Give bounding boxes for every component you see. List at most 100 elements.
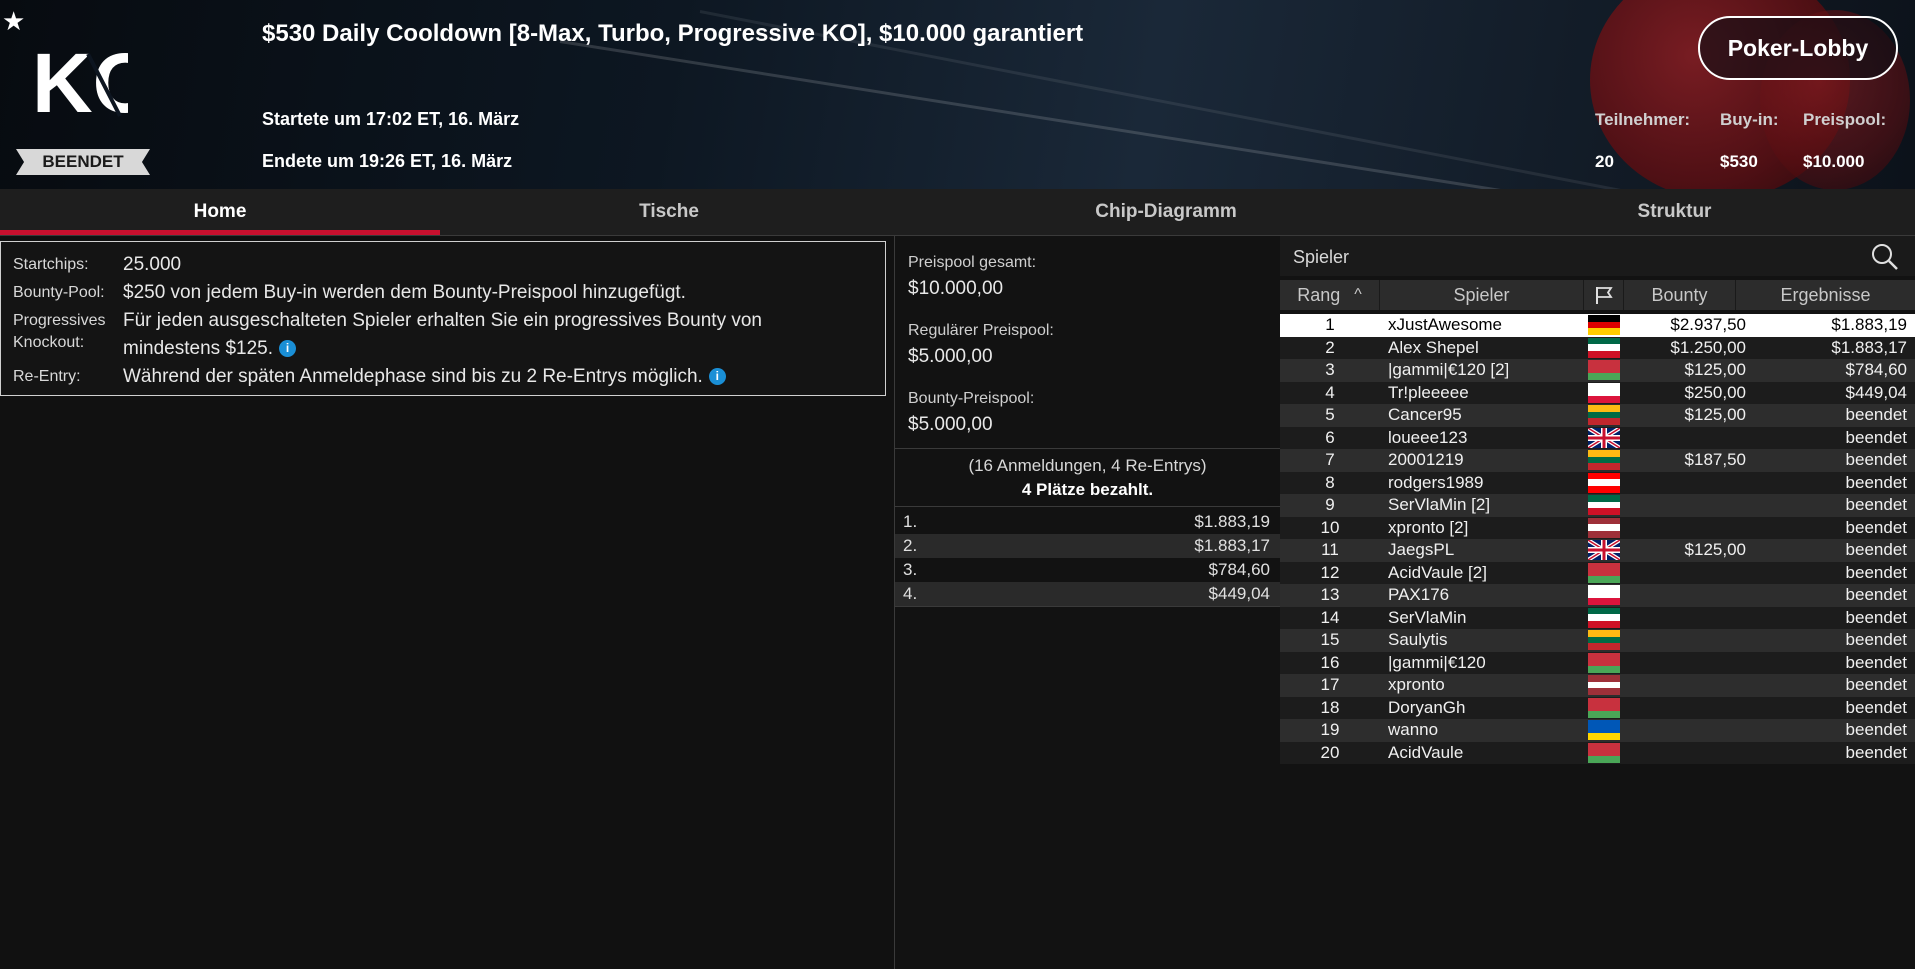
country-flag-icon	[1588, 450, 1620, 470]
table-row[interactable]: 19 wanno beendet	[1280, 719, 1915, 742]
player-result: beendet	[1845, 472, 1907, 492]
payout-amount: $449,04	[1208, 584, 1270, 603]
total-pool-label: Preispool gesamt:	[908, 254, 1037, 271]
table-row[interactable]: 17 xpronto beendet	[1280, 674, 1915, 697]
table-row[interactable]: 13 PAX176 beendet	[1280, 584, 1915, 607]
info-icon[interactable]: i	[708, 368, 726, 386]
player-name: 20001219	[1388, 450, 1464, 469]
table-row[interactable]: 18 DoryanGh beendet	[1280, 696, 1915, 719]
player-bounty: $1.250,00	[1670, 337, 1746, 357]
player-bounty: $187,50	[1684, 450, 1746, 469]
table-row[interactable]: 12 AcidVaule [2] beendet	[1280, 561, 1915, 584]
player-name: JaegsPL	[1388, 540, 1455, 559]
table-row[interactable]: 4 Tr!pleeeee $250,00 $449,04	[1280, 381, 1915, 404]
payout-place: 4.	[903, 584, 918, 603]
country-flag-icon	[1588, 360, 1620, 380]
info-icon[interactable]: i	[279, 340, 296, 358]
column-results[interactable]: Ergebnisse	[1736, 280, 1915, 310]
player-bounty: $125,00	[1684, 360, 1746, 379]
header-streak	[559, 40, 1746, 189]
bounty-pool-value: $250 von jedem Buy-in werden dem Bounty-…	[123, 282, 686, 303]
table-row[interactable]: 9 SerVlaMin [2] beendet	[1280, 494, 1915, 517]
progressive-label-2: Knockout:	[13, 334, 85, 351]
table-row[interactable]: 3 |gammi|€120 [2] $125,00 $784,60	[1280, 359, 1915, 382]
table-row[interactable]: 15 Saulytis beendet	[1280, 629, 1915, 652]
table-row[interactable]: 14 SerVlaMin beendet	[1280, 606, 1915, 629]
progressive-value-block: Für jeden ausgeschalteten Spieler erhalt…	[123, 307, 863, 363]
regular-pool-value: $5.000,00	[908, 346, 993, 367]
player-name: Tr!pleeeee	[1388, 382, 1469, 402]
payout-row: 4. $449,04	[895, 582, 1280, 606]
table-row[interactable]: 5 Cancer95 $125,00 beendet	[1280, 404, 1915, 427]
divider	[895, 606, 1280, 607]
search-icon[interactable]	[1870, 242, 1900, 272]
payout-row: 2. $1.883,17	[895, 534, 1280, 558]
prizepool-label: Preispool:	[1803, 110, 1887, 129]
player-rank: 11	[1321, 540, 1339, 559]
player-name: Alex Shepel	[1388, 337, 1479, 357]
player-bounty	[1624, 742, 1746, 765]
table-row[interactable]: 16 |gammi|€120 beendet	[1280, 651, 1915, 674]
country-flag-icon	[1588, 675, 1620, 695]
player-result: beendet	[1845, 450, 1907, 469]
table-row[interactable]: 20 AcidVaule beendet	[1280, 741, 1915, 765]
table-row[interactable]: 8 rodgers1989 beendet	[1280, 471, 1915, 494]
table-row[interactable]: 2 Alex Shepel $1.250,00 $1.883,17	[1280, 336, 1915, 359]
bounty-pool-total-label: Bounty-Preispool:	[908, 390, 1035, 407]
poker-lobby-button[interactable]: Poker-Lobby	[1698, 16, 1898, 80]
player-result: beendet	[1845, 517, 1907, 537]
country-flag-icon	[1588, 652, 1620, 673]
column-rank[interactable]: Rang ^	[1280, 280, 1380, 310]
player-bounty	[1624, 427, 1746, 450]
player-search-bar[interactable]: Spieler	[1280, 236, 1915, 276]
player-bounty	[1624, 494, 1746, 517]
tab-bar: Home Tische Chip-Diagramm Struktur	[0, 189, 1915, 236]
country-flag-icon	[1588, 607, 1620, 628]
player-bounty	[1624, 719, 1746, 742]
startchips-value: 25.000	[123, 254, 182, 275]
player-rank: 15	[1320, 630, 1340, 649]
payout-amount: $1.883,17	[1194, 536, 1270, 555]
column-player[interactable]: Spieler	[1380, 280, 1584, 310]
country-flag-icon	[1588, 720, 1620, 740]
player-result: beendet	[1845, 495, 1907, 514]
player-bounty: $2.937,50	[1670, 315, 1746, 334]
player-bounty	[1624, 584, 1746, 607]
player-rank: 4	[1325, 382, 1335, 402]
buyin-value: $530	[1720, 152, 1758, 171]
payout-row: 1. $1.883,19	[895, 510, 1280, 534]
country-flag-icon	[1588, 540, 1620, 560]
tab-home[interactable]: Home	[0, 189, 440, 235]
table-row[interactable]: 7 20001219 $187,50 beendet	[1280, 449, 1915, 472]
table-row[interactable]: 11 JaegsPL $125,00 beendet	[1280, 539, 1915, 562]
player-result: beendet	[1845, 697, 1907, 717]
player-name: Cancer95	[1388, 405, 1462, 424]
payout-amount: $784,60	[1208, 560, 1270, 579]
bounty-pool-label: Bounty-Pool:	[13, 284, 105, 301]
column-country[interactable]	[1584, 280, 1624, 310]
table-row[interactable]: 6 loueee123 beendet	[1280, 426, 1915, 450]
player-rank: 6	[1325, 427, 1335, 447]
favorite-star-icon[interactable]: ★	[2, 6, 25, 37]
reentry-value-block: Während der späten Anmeldephase sind bis…	[123, 363, 863, 391]
player-result: beendet	[1845, 742, 1907, 762]
country-flag-icon	[1588, 562, 1620, 583]
table-row[interactable]: 10 xpronto [2] beendet	[1280, 516, 1915, 539]
tab-chip-chart[interactable]: Chip-Diagramm	[898, 189, 1434, 235]
player-name: xpronto	[1388, 675, 1445, 694]
column-bounty[interactable]: Bounty	[1624, 280, 1736, 310]
player-bounty	[1624, 629, 1746, 652]
player-result: beendet	[1845, 540, 1907, 559]
player-rank: 1	[1325, 315, 1335, 334]
table-row[interactable]: 1 xJustAwesome $2.937,50 $1.883,19	[1280, 314, 1915, 337]
player-name: AcidVaule	[1388, 742, 1464, 762]
player-rank: 5	[1325, 405, 1335, 424]
tab-structure[interactable]: Struktur	[1434, 189, 1915, 235]
country-flag-icon	[1588, 427, 1620, 448]
tab-tables[interactable]: Tische	[440, 189, 898, 235]
country-flag-icon	[1588, 405, 1620, 425]
payout-place: 2.	[903, 536, 918, 555]
player-name: loueee123	[1388, 427, 1468, 447]
player-name: SerVlaMin	[1388, 607, 1467, 627]
payout-amount: $1.883,19	[1194, 512, 1270, 531]
